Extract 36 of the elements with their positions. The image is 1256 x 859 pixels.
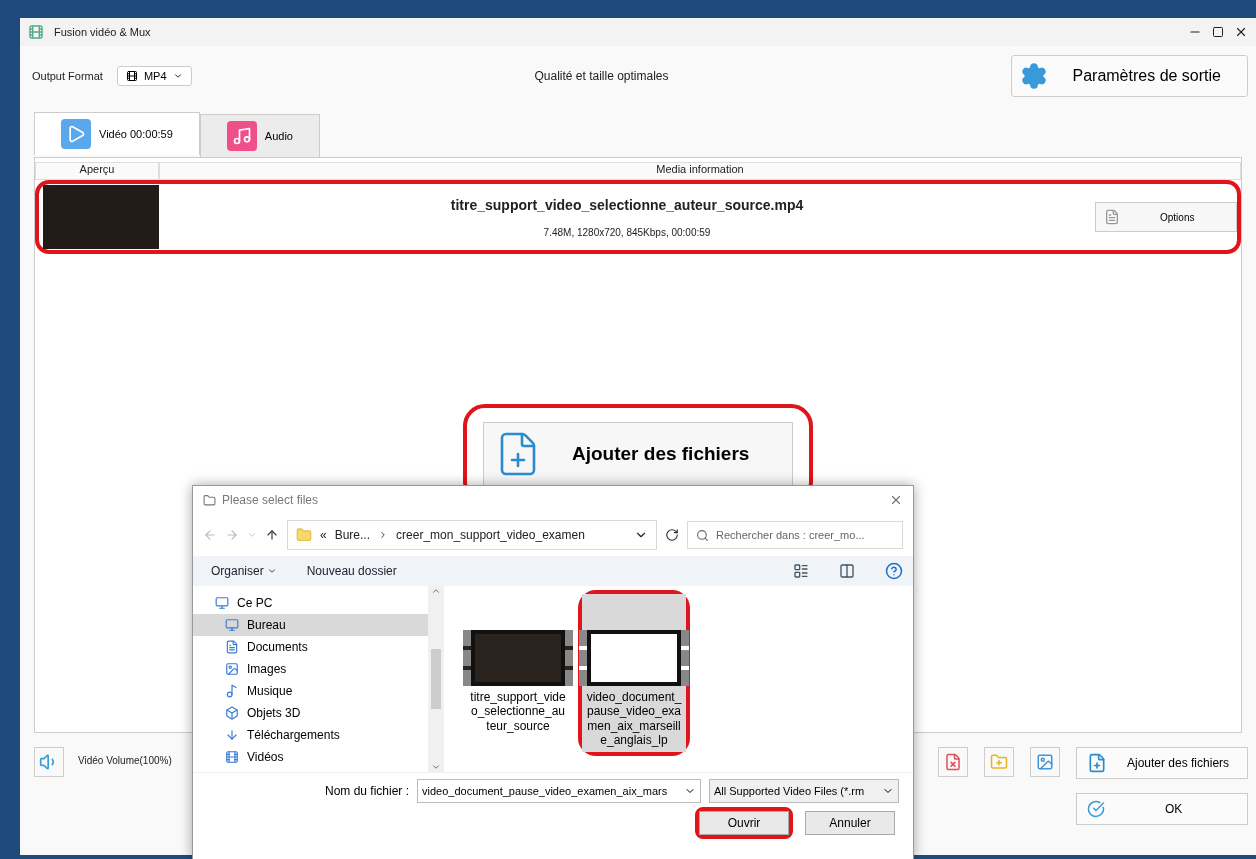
nav-item[interactable]: Téléchargements: [193, 724, 428, 746]
file-item[interactable]: video_document_pause_video_examen_aix_marseille_anglais_lp: [582, 594, 686, 752]
filename-field[interactable]: video_document_pause_video_examen_aix_mars: [417, 779, 701, 803]
new-folder-button[interactable]: Nouveau dossier: [306, 564, 397, 578]
column-header: Media information: [159, 162, 1241, 180]
filename-label: Nom du fichier :: [324, 784, 409, 798]
nav-item[interactable]: Documents: [193, 636, 428, 658]
nav-item[interactable]: Objets 3D: [193, 702, 428, 724]
tab[interactable]: Vidéo 00:00:59: [34, 112, 200, 155]
dialog-button[interactable]: Annuler: [805, 811, 895, 835]
nav-item[interactable]: Bureau: [193, 614, 428, 636]
output-format-label: Output Format: [32, 70, 103, 82]
settings-button[interactable]: Paramètres de sortie: [1011, 55, 1248, 97]
add-files-button[interactable]: Ajouter des fichiers: [1076, 747, 1248, 779]
format-dropdown[interactable]: MP4: [116, 66, 192, 86]
nav-item[interactable]: Images: [193, 658, 428, 680]
nav-item[interactable]: Vidéos: [193, 746, 428, 768]
quality-text: Qualité et taille optimales: [533, 69, 670, 83]
file-name: titre_support_video_selectionne_auteur_source.mp4: [450, 196, 804, 213]
filetype-dropdown[interactable]: All Supported Video Files (*.rm: [709, 779, 899, 803]
search-field[interactable]: Rechercher dans : creer_mo...: [687, 521, 903, 549]
dialog-title: Please select files: [222, 493, 320, 507]
file-item[interactable]: titre_support_video_selectionne_auteur_source: [466, 594, 570, 738]
organize-menu[interactable]: Organiser: [211, 564, 277, 578]
dialog-button[interactable]: Ouvrir: [699, 811, 789, 835]
ok-button[interactable]: OK: [1076, 793, 1248, 825]
column-header: Aperçu: [35, 162, 159, 180]
address-bar[interactable]: « Bure... creer_mon_support_video_examen: [287, 520, 657, 550]
tab[interactable]: Audio: [199, 114, 320, 157]
add-files-button[interactable]: Ajouter des fichiers: [483, 422, 793, 486]
nav-item[interactable]: Ce PC: [193, 592, 428, 614]
nav-item[interactable]: Musique: [193, 680, 428, 702]
options-button[interactable]: Options: [1095, 202, 1237, 232]
window-title: Fusion vidéo & Mux: [54, 26, 152, 38]
file-details: 7.48M, 1280x720, 845Kbps, 00:00:59: [543, 226, 711, 238]
volume-label: Vidéo Volume(100%): [78, 755, 172, 768]
